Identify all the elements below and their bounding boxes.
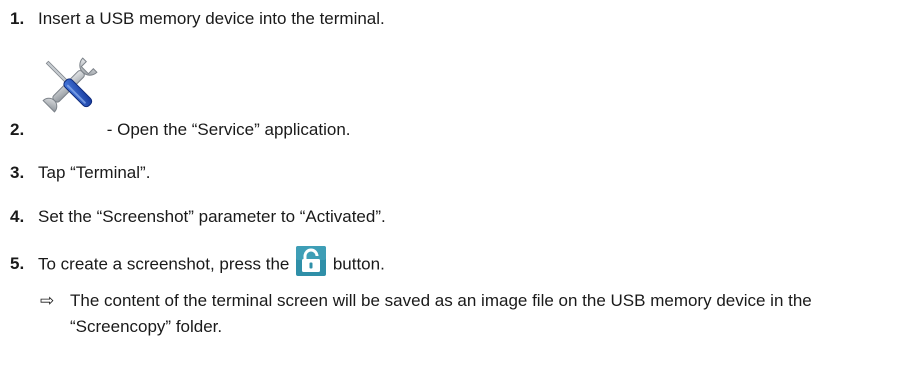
step-number: 5. xyxy=(10,254,25,274)
wrench-screwdriver-icon xyxy=(42,57,98,113)
step-5-result: ⇨ The content of the terminal screen wil… xyxy=(40,288,910,340)
step-4: 4. Set the “Screenshot” parameter to “Act… xyxy=(10,206,386,228)
unlock-icon xyxy=(296,246,327,276)
result-text: The content of the terminal screen will … xyxy=(70,291,812,336)
step-3: 3. Tap “Terminal”. xyxy=(10,162,150,184)
step-text: - Open the “Service” application. xyxy=(102,120,351,139)
step-number: 4. xyxy=(10,207,25,226)
result-arrow-icon: ⇨ xyxy=(40,291,55,310)
step-number: 3. xyxy=(10,163,25,182)
step-5: 5. To create a screenshot, press the butt… xyxy=(10,246,385,280)
step-2: 2. - Open the “Service” application. xyxy=(10,119,351,141)
step-1: 1. Insert a USB memory device into the te… xyxy=(10,8,385,30)
step-text: Set the “Screenshot” parameter to “Activ… xyxy=(38,207,386,226)
step-number: 2. xyxy=(10,120,25,139)
step-text-before: To create a screenshot, press the xyxy=(38,254,295,274)
step-text-after: button. xyxy=(328,254,385,274)
step-text: Tap “Terminal”. xyxy=(38,163,151,182)
step-number: 1. xyxy=(10,9,25,28)
step-text: Insert a USB memory device into the term… xyxy=(38,9,385,28)
